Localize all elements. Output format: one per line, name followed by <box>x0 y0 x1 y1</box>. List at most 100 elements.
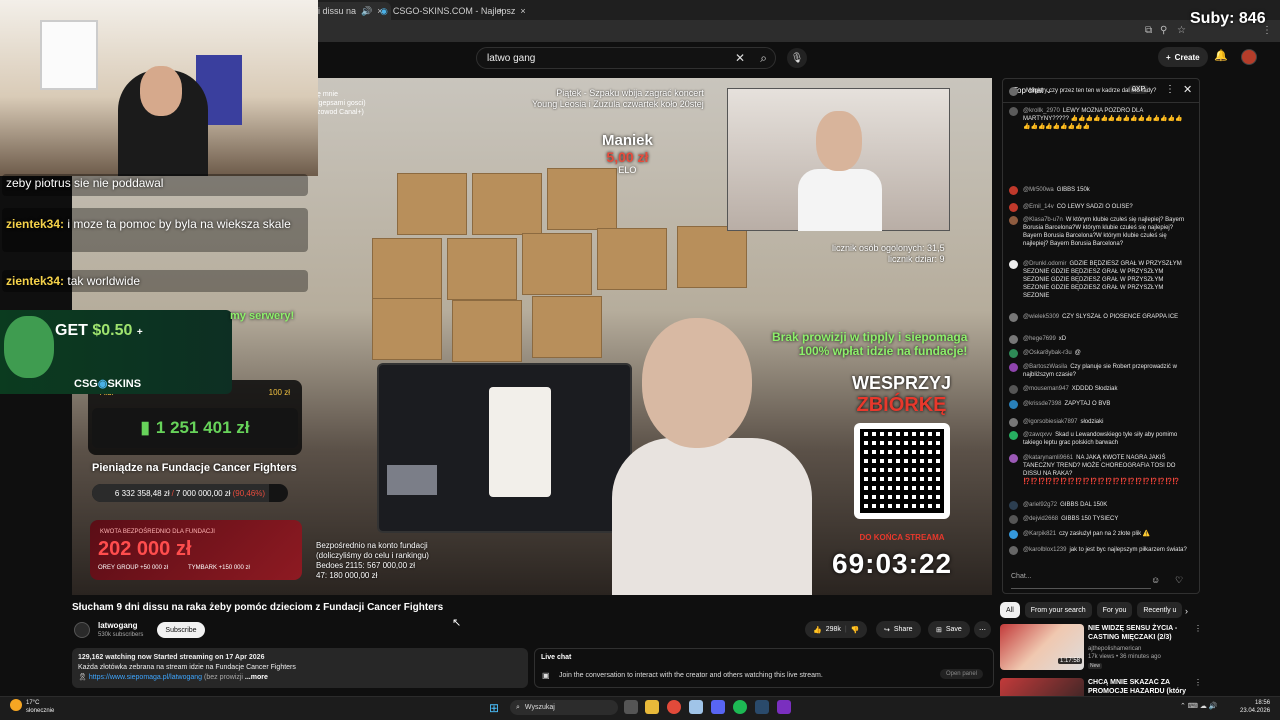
chat-avatar[interactable] <box>1009 87 1018 96</box>
file-explorer-icon[interactable] <box>645 700 659 714</box>
chip-all[interactable]: All <box>1000 602 1020 618</box>
create-button[interactable]: + Create <box>1158 47 1208 67</box>
cardboard-box <box>547 168 617 230</box>
chat-username[interactable]: @krissde7398 <box>1023 401 1061 407</box>
browser-tab-youtube[interactable]: i dissu na 🔊 × <box>310 2 391 20</box>
chat-avatar[interactable] <box>1009 530 1018 539</box>
channel-name[interactable]: latwogang <box>98 621 138 630</box>
text-line: Piątek - Szpaku wbija zagrać koncert <box>556 88 704 98</box>
extension-icon[interactable]: ⚲ <box>1160 25 1167 36</box>
recommended-video[interactable]: CHCĄ MNIE SKAZAĆ ZA PROMOCJE HAZARDU (kt… <box>1000 678 1200 696</box>
chat-username[interactable]: @Mr500wa <box>1023 187 1054 193</box>
rec-title[interactable]: NIE WIDZĘ SENSU ŻYCIA - CASTING MIĘCZAKI… <box>1088 624 1192 642</box>
emoji-icon[interactable]: ☺ <box>1151 575 1160 585</box>
chat-avatar[interactable] <box>1009 501 1018 510</box>
windows-start-icon[interactable]: ⊞ <box>489 701 499 715</box>
chat-avatar[interactable] <box>1009 363 1018 372</box>
chat-avatar[interactable] <box>1009 216 1018 225</box>
rec-title[interactable]: CHCĄ MNIE SKAZAĆ ZA PROMOCJE HAZARDU (kt… <box>1088 678 1192 696</box>
chat-avatar[interactable] <box>1009 385 1018 394</box>
share-button[interactable]: ↪ Share <box>876 621 921 638</box>
chat-avatar[interactable] <box>1009 546 1018 555</box>
open-panel-button[interactable]: Open panel <box>939 669 983 679</box>
chat-message-body: @krollk_2970 LEWY MOZNA POZDRO DLA MARTYN… <box>1011 107 1187 131</box>
share-icon: ↪ <box>884 626 890 634</box>
chat-avatar[interactable] <box>1009 418 1018 427</box>
chat-avatar[interactable] <box>1009 335 1018 344</box>
new-tab-button[interactable]: + <box>498 2 503 20</box>
chip-for-you[interactable]: For you <box>1096 602 1133 618</box>
discord-icon[interactable] <box>711 700 725 714</box>
heart-icon[interactable]: ♡ <box>1175 575 1183 586</box>
chat-input[interactable]: Chat... <box>1011 573 1151 589</box>
chat-username[interactable]: @zawqxvv <box>1023 432 1052 438</box>
chat-bubble-icon: ▣ <box>542 671 550 680</box>
chat-username[interactable]: @mouseman947 <box>1023 386 1069 392</box>
chip-recently[interactable]: Recently u <box>1137 602 1183 618</box>
chat-avatar[interactable] <box>1009 107 1018 116</box>
task-view-icon[interactable] <box>624 700 638 714</box>
channel-avatar[interactable] <box>74 622 90 638</box>
chat-username[interactable]: @Oskar8ybak-r3u <box>1023 350 1072 356</box>
chat-avatar[interactable] <box>1009 431 1018 440</box>
chat-avatar[interactable] <box>1009 186 1018 195</box>
app-icon[interactable] <box>777 700 791 714</box>
chat-username[interactable]: @ariel92g72 <box>1023 502 1057 508</box>
progress-percent: (90,46%) <box>232 488 266 498</box>
system-tray-icons[interactable]: ⌃ ⌨ ☁ 🔊 <box>1180 702 1218 710</box>
chip-from-search[interactable]: From your search <box>1024 602 1092 618</box>
chat-username[interactable]: @katarynamli9661 <box>1023 455 1073 461</box>
account-avatar[interactable] <box>1241 49 1257 65</box>
translate-icon[interactable]: ⧉ <box>1145 25 1152 36</box>
weather-widget[interactable]: 17°C słonecznie <box>10 699 54 715</box>
search-icon[interactable]: ⌕ <box>760 51 767 66</box>
chevron-right-icon[interactable]: › <box>1185 606 1188 616</box>
chat-username[interactable]: @igorsobiesiak7897 <box>1023 419 1077 425</box>
bookmark-star-icon[interactable]: ☆ <box>1177 25 1186 36</box>
chat-username[interactable]: @hege7699 <box>1023 336 1056 342</box>
more-icon[interactable]: ⋮ <box>1194 678 1200 687</box>
taskbar-search[interactable]: ⌕ Wyszukaj <box>510 700 618 715</box>
taskbar-clock[interactable]: 18:56 23.04.2026 <box>1240 699 1270 715</box>
chat-username[interactable]: @Drunkl.odomir <box>1023 261 1066 267</box>
browser-tab-csgoskins[interactable]: ◉ CSGO-SKINS.COM - Najlepsz × <box>380 2 526 20</box>
chat-avatar[interactable] <box>1009 260 1018 269</box>
chat-avatar[interactable] <box>1009 400 1018 409</box>
plus-icon: + <box>1166 52 1171 62</box>
steam-icon[interactable] <box>755 700 769 714</box>
chat-avatar[interactable] <box>1009 313 1018 322</box>
chat-avatar[interactable] <box>1009 454 1018 463</box>
notifications-bell-icon[interactable]: 🔔 <box>1214 49 1228 62</box>
spotify-icon[interactable] <box>733 700 747 714</box>
chat-username[interactable]: @BartoszWasila <box>1023 364 1067 370</box>
chat-avatar[interactable] <box>1009 515 1018 524</box>
thumbs-down-icon[interactable]: 👎 <box>851 626 860 634</box>
more-actions-button[interactable]: ⋯ <box>974 621 991 638</box>
app-icon[interactable] <box>689 700 703 714</box>
recommended-video[interactable]: 1:17:58 NIE WIDZĘ SENSU ŻYCIA - CASTING … <box>1000 624 1202 670</box>
chrome-icon[interactable] <box>667 700 681 714</box>
search-input[interactable]: latwo gang ✕ ⌕ <box>476 47 776 69</box>
chat-avatar[interactable] <box>1009 349 1018 358</box>
desc-link[interactable]: https://www.siepomaga.pl/latwogang <box>89 674 202 681</box>
chat-username[interactable]: @Emil_14v <box>1023 204 1054 210</box>
stream-timer: 69:03:22 <box>832 548 953 579</box>
chat-username[interactable]: @wielek5309 <box>1023 314 1059 320</box>
clear-search-icon[interactable]: ✕ <box>735 51 745 65</box>
chat-username[interactable]: @krollk_2970 <box>1023 108 1060 114</box>
more-icon[interactable]: ⋮ <box>1194 624 1202 633</box>
chat-username[interactable]: @Karpik821 <box>1023 531 1056 537</box>
rec-channel[interactable]: ajthepolishamerican <box>1088 646 1141 652</box>
chat-username[interactable]: @dejvid2668 <box>1023 516 1058 522</box>
video-thumbnail[interactable] <box>1000 678 1084 696</box>
save-button[interactable]: ⊞ Save <box>928 621 970 638</box>
chat-username[interactable]: @Klasa7b-u7n <box>1023 217 1063 223</box>
subscribe-button[interactable]: Subscribe <box>157 622 205 638</box>
video-description[interactable]: 129,162 watching now Started streaming o… <box>72 648 528 688</box>
chat-username[interactable]: @karolblox1239 <box>1023 547 1066 553</box>
desc-more[interactable]: ...more <box>245 674 268 681</box>
tab-close-icon[interactable]: × <box>520 6 525 16</box>
microphone-icon[interactable]: 🎙 <box>787 48 807 68</box>
like-button[interactable]: 👍 298k | 👎 <box>805 621 868 638</box>
chat-avatar[interactable] <box>1009 203 1018 212</box>
